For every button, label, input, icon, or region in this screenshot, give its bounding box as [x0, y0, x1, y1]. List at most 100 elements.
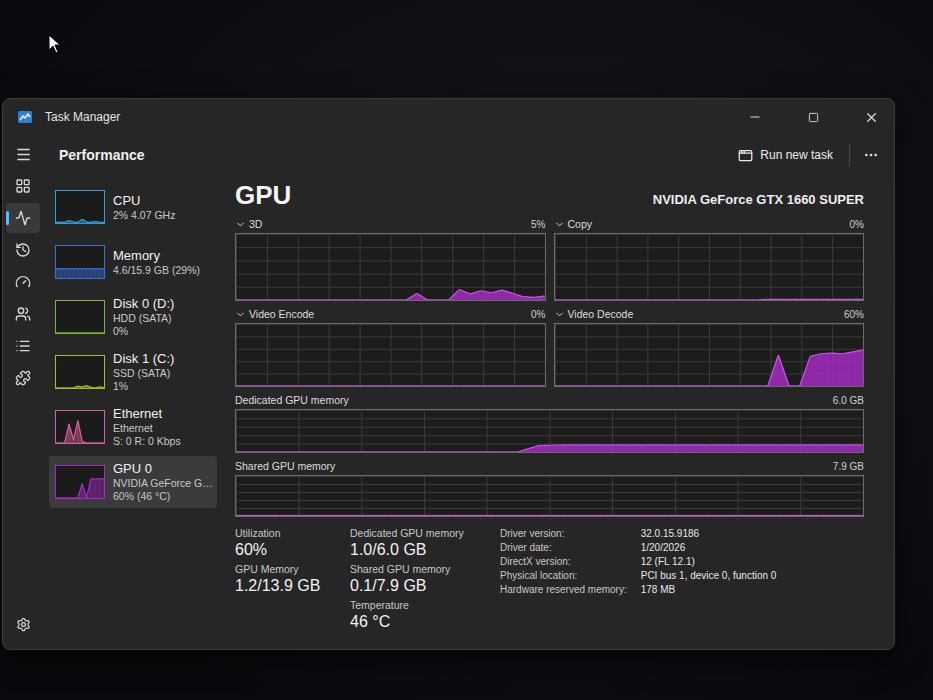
engine-selector[interactable]: Copy — [554, 218, 593, 230]
device-item[interactable]: Disk 0 (D:)HDD (SATA)0% — [49, 291, 217, 343]
device-item[interactable]: Disk 1 (C:)SSD (SATA)1% — [49, 346, 217, 398]
chart-segment — [810, 354, 821, 386]
chart-segment — [353, 386, 364, 387]
chart-segment — [690, 515, 712, 516]
nav-item[interactable] — [6, 235, 40, 265]
chart-segment — [60, 443, 64, 444]
chart-segment — [82, 219, 86, 223]
chart-segment — [640, 386, 651, 387]
chart-segment — [257, 300, 268, 301]
chart-segment — [342, 386, 353, 387]
chart-segment — [87, 479, 91, 498]
chart-segment — [661, 386, 672, 387]
chevron-down-icon — [235, 309, 246, 320]
chart-segment — [452, 515, 474, 516]
chart-segment — [452, 452, 474, 453]
chart-segment — [387, 452, 409, 453]
chart-segment — [513, 386, 524, 387]
performance-content: CPU2% 4.07 GHzMemory4.6/15.9 GB (29%)Dis… — [43, 175, 894, 649]
chart-segment — [746, 386, 757, 387]
chart-segment — [60, 222, 64, 223]
chart-segment — [650, 300, 661, 301]
device-detail: NVIDIA GeForce G… — [113, 477, 211, 490]
device-thumbnail — [55, 465, 105, 499]
chart-segment — [87, 222, 91, 223]
device-item[interactable]: EthernetEthernetS: 0 R: 0 Kbps — [49, 401, 217, 453]
chart-segment — [258, 515, 280, 516]
stat-label: Dedicated GPU memory — [350, 527, 480, 540]
chart-segment — [344, 515, 366, 516]
chart-segment — [100, 269, 104, 278]
chart-segment — [495, 452, 517, 453]
engine-selector[interactable]: 3D — [235, 218, 262, 230]
chart-segment — [725, 300, 736, 301]
info-value: 12 (FL 12.1) — [641, 555, 777, 568]
chart-segment — [364, 300, 375, 301]
maximize-button[interactable] — [790, 99, 836, 135]
menu-button[interactable] — [6, 139, 40, 169]
chart-segment — [100, 479, 104, 498]
chart-segment — [95, 387, 99, 388]
chart-segment — [650, 386, 661, 387]
chart-segment — [279, 515, 301, 516]
chart-segment — [474, 515, 496, 516]
chart-segment — [755, 515, 777, 516]
chart-segment — [735, 300, 746, 301]
device-item[interactable]: Memory4.6/15.9 GB (29%) — [49, 236, 217, 288]
device-thumbnail — [55, 190, 105, 224]
chart-segment — [396, 386, 407, 387]
chart-segment — [69, 388, 73, 389]
chart-segment — [385, 300, 396, 301]
chart-segment — [78, 386, 82, 388]
task-manager-icon — [17, 109, 33, 125]
chart-segment — [332, 386, 343, 387]
chart-segment — [95, 443, 99, 444]
chart-segment — [95, 269, 99, 278]
chart-segment — [82, 484, 86, 498]
run-new-task-button[interactable]: Run new task — [728, 143, 843, 168]
chart-segment — [100, 222, 104, 223]
chart-segment — [353, 300, 364, 301]
engine-graph — [235, 233, 546, 301]
close-button[interactable] — [848, 99, 894, 135]
device-item[interactable]: GPU 0NVIDIA GeForce G…60% (46 °C) — [49, 456, 217, 508]
nav-item[interactable] — [6, 331, 40, 361]
chart-segment — [56, 498, 60, 499]
device-graph — [56, 191, 104, 223]
chart-segment — [431, 515, 453, 516]
stat-value: 46 °C — [350, 612, 480, 631]
chart-segment — [470, 386, 481, 387]
nav-item[interactable] — [6, 363, 40, 393]
chart-segment — [604, 445, 626, 452]
chart-segment — [56, 443, 60, 444]
chart-segment — [257, 386, 268, 387]
chart-segment — [91, 443, 95, 444]
chart-segment — [321, 300, 332, 301]
chart-segment — [268, 300, 279, 301]
more-button[interactable] — [856, 141, 886, 169]
chart-segment — [78, 484, 82, 498]
device-item[interactable]: CPU2% 4.07 GHz — [49, 181, 217, 233]
chart-segment — [438, 300, 449, 301]
mouse-cursor-icon — [48, 34, 62, 54]
minimize-button[interactable] — [732, 99, 778, 135]
nav-item[interactable] — [6, 171, 40, 201]
engine-selector[interactable]: Video Encode — [235, 308, 314, 320]
nav-item[interactable] — [6, 203, 40, 233]
engine-series — [236, 324, 545, 386]
engine-reading: 60% — [844, 309, 864, 320]
chart-segment — [91, 479, 95, 498]
chart-segment — [565, 386, 576, 387]
nav-item[interactable] — [6, 299, 40, 329]
info-label: DirectX version: — [500, 555, 627, 568]
nav-item[interactable] — [6, 267, 40, 297]
chart-segment — [300, 386, 311, 387]
settings-button[interactable] — [6, 609, 40, 639]
chart-segment — [73, 222, 77, 223]
engine-selector[interactable]: Video Decode — [554, 308, 634, 320]
chart-segment — [236, 300, 247, 301]
chart-segment — [618, 386, 629, 387]
chart-segment — [279, 452, 301, 453]
chart-segment — [798, 445, 820, 452]
memory-series — [236, 476, 863, 516]
